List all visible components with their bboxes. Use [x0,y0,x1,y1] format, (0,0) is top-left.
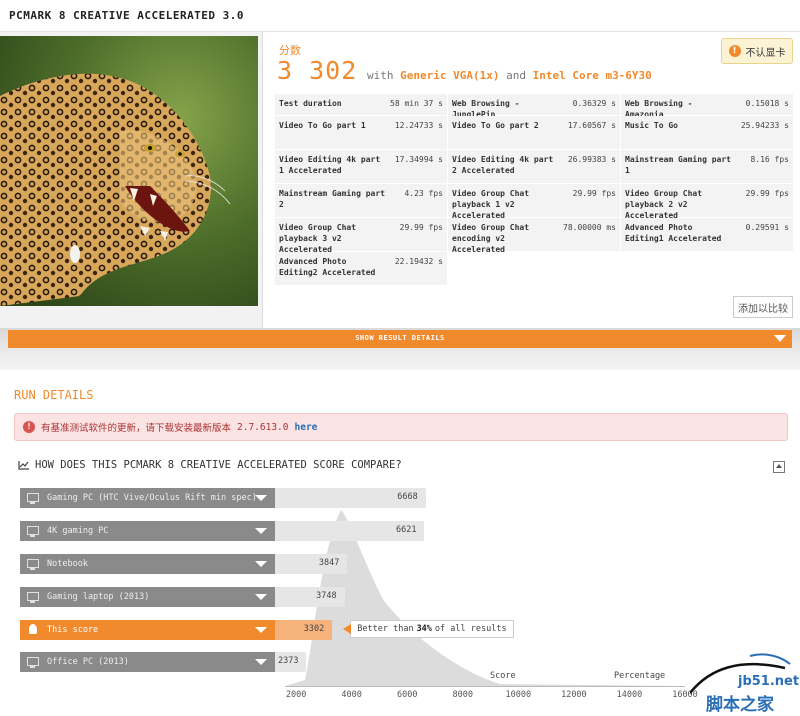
bar-value: 3748 [316,591,337,601]
bar-label-text: Notebook [47,559,88,569]
bar-value: 3302 [303,624,325,634]
bar-label[interactable]: Gaming PC (HTC Vive/Oculus Rift min spec… [20,488,275,508]
bar-label-text: Gaming PC (HTC Vive/Oculus Rift min spec… [47,493,257,503]
tooltip-percent: 34% [416,624,432,634]
chevron-down-icon [255,594,267,600]
bar-label-text: Gaming laptop (2013) [47,592,150,602]
chevron-down-icon [255,495,267,501]
computer-icon [27,526,39,537]
bar-label-text: This score [47,625,99,635]
chevron-down-icon [255,561,267,567]
computer-icon [27,657,39,668]
x-tick-label: 10000 [505,690,532,700]
bar-label[interactable]: This score [20,620,275,640]
watermark-text: 脚本之家 [706,695,774,715]
computer-icon [27,559,39,570]
chevron-down-icon [255,528,267,534]
x-tick-label: 4000 [341,690,362,700]
chevron-down-icon [255,627,267,633]
trophy-icon [29,624,37,634]
bar-label[interactable]: Notebook [20,554,275,574]
x-tick-label: 6000 [396,690,418,700]
bar-label-text: Office PC (2013) [47,657,129,667]
computer-icon [27,592,39,603]
x-tick-label: 12000 [561,690,587,700]
bar-label-text: 4K gaming PC [47,526,109,536]
x-tick-label: 14000 [616,690,643,700]
x-axis-line [285,686,685,687]
bar-label[interactable]: Office PC (2013) [20,652,275,672]
x-axis-title: Score [490,671,516,681]
tooltip-prefix: Better than [357,624,414,634]
comparison-bar[interactable]: Gaming PC (HTC Vive/Oculus Rift min spec… [20,488,800,508]
percentage-label: Percentage [614,671,666,681]
x-tick-label: 2000 [285,690,307,700]
bar-value: 6621 [395,525,417,535]
bar-label[interactable]: Gaming laptop (2013) [20,587,275,607]
comparison-bar[interactable]: Gaming laptop (2013) 3748 [20,587,800,607]
comparison-bar[interactable]: Office PC (2013) 2373 [20,652,800,672]
bar-value: 6668 [397,492,418,502]
percentile-tooltip: Better than 34% of all results [343,620,514,638]
comparison-bar[interactable]: Notebook 3847 [20,554,800,574]
tooltip-suffix: of all results [434,624,507,634]
bar-value: 3847 [318,558,340,568]
computer-icon [27,493,39,504]
comparison-bar[interactable]: 4K gaming PC 6621 [20,521,800,541]
watermark-url: jb51.net [738,674,800,689]
bar-label[interactable]: 4K gaming PC [20,521,275,541]
bar-value: 2373 [277,656,299,666]
x-tick-label: 8000 [452,690,473,700]
